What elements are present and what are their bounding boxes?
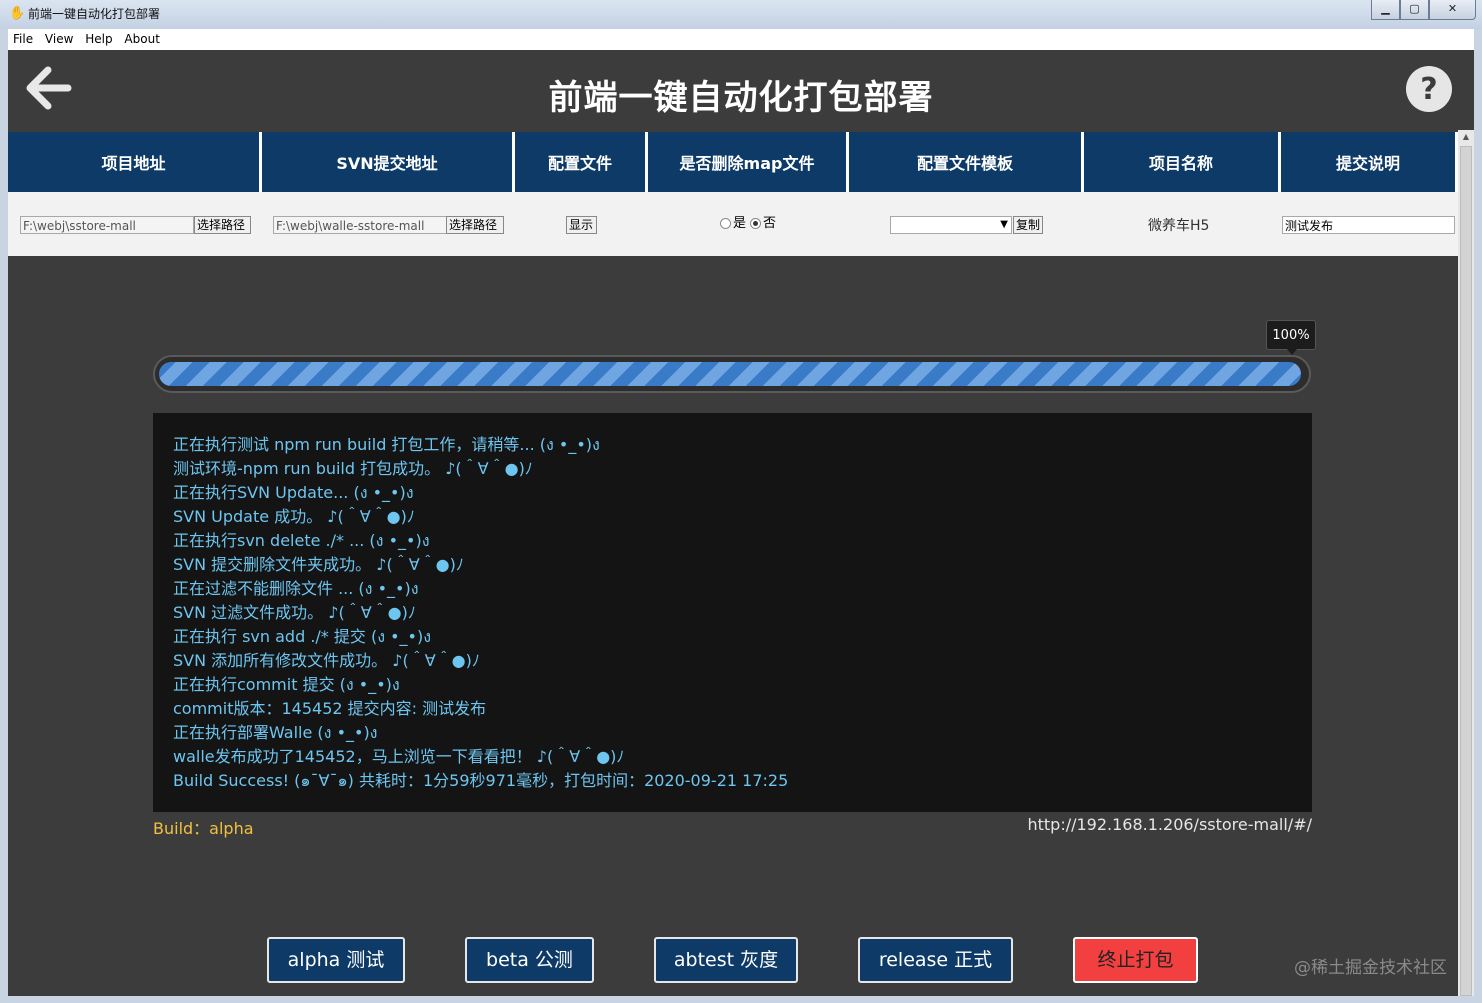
question-circle-icon[interactable]: ? — [1405, 65, 1453, 113]
project-path-browse-button[interactable]: 选择路径 — [194, 216, 251, 234]
log-line: 正在执行svn delete ./* ... (ง •_•)ง — [173, 531, 430, 550]
delete-map-yes-radio[interactable] — [720, 218, 731, 229]
watermark: @稀土掘金技术社区 — [1294, 958, 1447, 978]
minimize-button[interactable]: ▁ — [1371, 0, 1400, 20]
window-title: 前端一键自动化打包部署 — [28, 7, 161, 21]
log-line: SVN 添加所有修改文件成功。 ♪(＾∀＾●)ﾉ — [173, 651, 480, 670]
delete-map-no-radio[interactable] — [750, 218, 761, 229]
scrollbar-thumb[interactable] — [1460, 146, 1472, 996]
svg-text:?: ? — [1420, 72, 1437, 107]
window-controls: ▁ ▢ ✕ — [1371, 0, 1476, 20]
log-line: 正在执行SVN Update... (ง •_•)ง — [173, 483, 414, 502]
log-line: 正在执行 svn add ./* 提交 (ง •_•)ง — [173, 627, 432, 646]
progress-tooltip: 100% — [1266, 320, 1316, 355]
table-header: 项目地址 SVN提交地址 配置文件 是否删除map文件 配置文件模板 项目名称 … — [8, 132, 1458, 192]
chevron-down-icon: ▼ — [1000, 219, 1008, 230]
menu-view[interactable]: View — [45, 29, 73, 50]
maximize-button[interactable]: ▢ — [1400, 0, 1429, 20]
config-show-button[interactable]: 显示 — [566, 216, 597, 234]
config-template-copy-button[interactable]: 复制 — [1013, 216, 1043, 234]
svn-path-input[interactable]: F:\webj\walle-sstore-mall — [273, 216, 447, 234]
log-line: walle发布成功了145452，马上浏览一下看看把！ ♪(＾∀＾●)ﾉ — [173, 747, 625, 766]
page-title: 前端一键自动化打包部署 — [548, 78, 934, 118]
menu-bar: File View Help About — [8, 29, 1474, 50]
svn-path-browse-button[interactable]: 选择路径 — [446, 216, 504, 234]
stop-build-button[interactable]: 终止打包 — [1073, 937, 1198, 983]
app-icon: ✋ — [9, 6, 26, 21]
config-template-select[interactable]: ▼ — [890, 216, 1012, 234]
client-area: 前端一键自动化打包部署 ? 项目地址 SVN提交地址 配置文件 是否删除map文… — [8, 50, 1474, 996]
delete-map-yes-label: 是 — [733, 216, 747, 231]
alpha-test-button[interactable]: alpha 测试 — [267, 937, 405, 983]
abtest-button[interactable]: abtest 灰度 — [654, 937, 798, 983]
commit-message-input[interactable]: 测试发布 — [1282, 216, 1455, 234]
column-header-project-name: 项目名称 — [1084, 132, 1278, 192]
project-path-input[interactable]: F:\webj\sstore-mall — [20, 216, 194, 234]
column-header-delete-map: 是否删除map文件 — [648, 132, 846, 192]
column-header-config-file: 配置文件 — [515, 132, 645, 192]
close-button[interactable]: ✕ — [1429, 0, 1476, 20]
column-header-commit-message: 提交说明 — [1281, 132, 1455, 192]
log-line: 正在执行测试 npm run build 打包工作，请稍等... (ง •_•)… — [173, 435, 600, 454]
log-line: Build Success! (๑¯∀¯๑) 共耗时：1分59秒971毫秒，打包… — [173, 771, 789, 790]
app-window: ✋ 前端一键自动化打包部署 ▁ ▢ ✕ File View Help About… — [0, 0, 1482, 1003]
column-header-svn-path: SVN提交地址 — [262, 132, 512, 192]
menu-about[interactable]: About — [124, 29, 159, 50]
column-header-config-template: 配置文件模板 — [849, 132, 1081, 192]
table-row: F:\webj\sstore-mall 选择路径 F:\webj\walle-s… — [8, 192, 1458, 256]
log-line: commit版本：145452 提交内容: 测试发布 — [173, 699, 487, 718]
delete-map-no-label: 否 — [763, 216, 777, 231]
title-bar: ✋ 前端一键自动化打包部署 ▁ ▢ ✕ — [0, 0, 1482, 29]
project-name-value: 微养车H5 — [1148, 218, 1210, 234]
menu-file[interactable]: File — [13, 29, 33, 50]
release-button[interactable]: release 正式 — [858, 937, 1013, 983]
deploy-url[interactable]: http://192.168.1.206/sstore-mall/#/ — [1027, 815, 1312, 834]
log-line: SVN 过滤文件成功。 ♪(＾∀＾●)ﾉ — [173, 603, 416, 622]
log-line: SVN Update 成功。 ♪(＾∀＾●)ﾉ — [173, 507, 415, 526]
progress-bar — [153, 355, 1311, 393]
vertical-scrollbar[interactable]: ▲ — [1458, 130, 1474, 996]
beta-test-button[interactable]: beta 公测 — [465, 937, 594, 983]
log-line: SVN 提交删除文件夹成功。 ♪(＾∀＾●)ﾉ — [173, 555, 464, 574]
progress-fill — [159, 362, 1301, 386]
log-line: 正在执行commit 提交 (ง •_•)ง — [173, 675, 400, 694]
log-output: 正在执行测试 npm run build 打包工作，请稍等... (ง •_•)… — [153, 413, 1312, 812]
column-header-project-path: 项目地址 — [8, 132, 259, 192]
scroll-up-icon[interactable]: ▲ — [1458, 130, 1474, 144]
log-line: 测试环境-npm run build 打包成功。 ♪(＾∀＾●)ﾉ — [173, 459, 533, 478]
log-line: 正在执行部署Walle (ง •_•)ง — [173, 723, 378, 742]
build-label: Build：alpha — [153, 819, 254, 838]
log-line: 正在过滤不能删除文件 ... (ง •_•)ง — [173, 579, 419, 598]
menu-help[interactable]: Help — [85, 29, 112, 50]
header: 前端一键自动化打包部署 ? — [8, 50, 1474, 130]
